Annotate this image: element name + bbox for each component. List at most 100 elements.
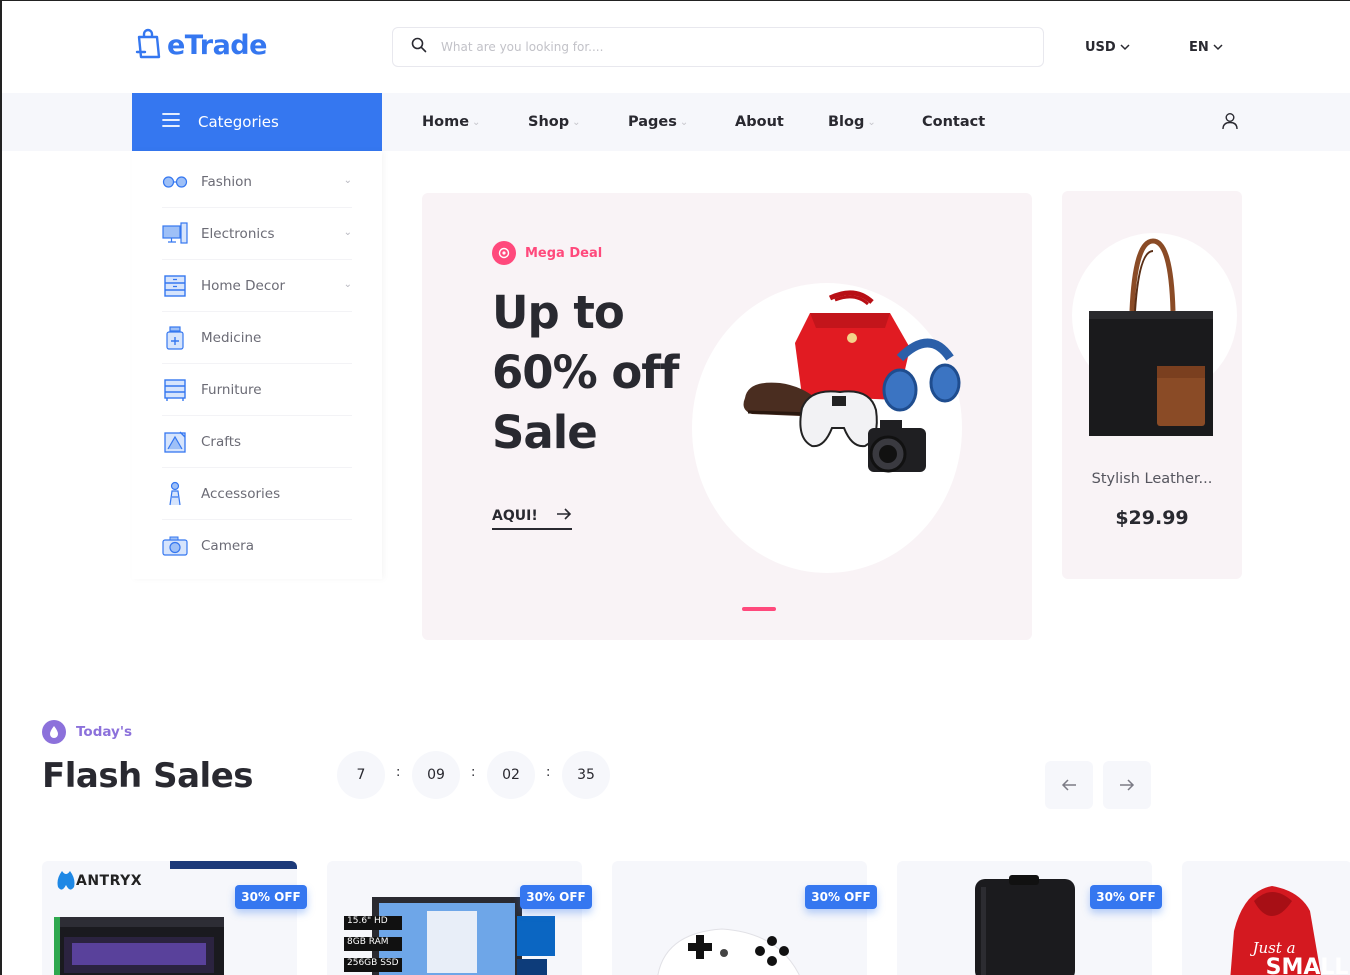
nav-item-blog[interactable]: Blog ⌄ <box>828 93 876 151</box>
product-card[interactable]: ANTRYX <box>42 861 297 975</box>
spec-tag: 15.6" HD <box>344 916 402 930</box>
site-header: eTrade USD EN <box>2 1 1350 93</box>
hero-products-image <box>743 290 961 473</box>
prev-button[interactable] <box>1045 761 1093 809</box>
shopping-bag-icon <box>135 27 161 63</box>
countdown-days: 7 <box>337 751 385 799</box>
arrow-left-icon <box>1061 775 1077 796</box>
product-name: Stylish Leather... <box>1091 471 1213 487</box>
main-navigation: Categories Home ⌄ Shop ⌄ Pages ⌄ About B… <box>2 93 1350 151</box>
sidebar-item-label: Electronics <box>201 225 275 242</box>
arrow-right-icon <box>1119 775 1135 796</box>
nav-item-pages[interactable]: Pages ⌄ <box>628 93 688 151</box>
sidebar-item-crafts[interactable]: Crafts <box>162 416 352 468</box>
carousel-dots <box>742 607 776 611</box>
categories-label: Categories <box>198 113 279 131</box>
spec-tag: 8GB RAM <box>344 937 402 951</box>
next-button[interactable] <box>1103 761 1151 809</box>
sidebar-item-medicine[interactable]: Medicine <box>162 312 352 364</box>
sidebar-item-fashion[interactable]: Fashion ⌄ <box>162 156 352 208</box>
nav-item-label: Home <box>422 114 470 130</box>
chevron-down-icon: ⌄ <box>343 227 352 238</box>
product-card[interactable] <box>612 861 867 975</box>
sidebar-item-label: Medicine <box>201 329 262 346</box>
language-label: EN <box>1189 39 1209 55</box>
currency-label: USD <box>1085 39 1116 55</box>
product-card[interactable]: 15.6" HD 8GB RAM 256GB SSD <box>327 861 582 975</box>
countdown-seconds: 35 <box>562 751 610 799</box>
product-image-leather-bag <box>1089 238 1213 436</box>
mega-deal-label: Mega Deal <box>525 245 603 261</box>
sidebar-item-furniture[interactable]: Furniture <box>162 364 352 416</box>
chevron-down-icon <box>1120 40 1130 55</box>
featured-product-card[interactable]: Stylish Leather... $29.99 <box>1062 191 1242 579</box>
language-selector[interactable]: EN <box>1189 27 1223 67</box>
currency-selector[interactable]: USD <box>1085 27 1130 67</box>
crafts-icon <box>162 429 188 455</box>
search-icon[interactable] <box>411 37 427 57</box>
chevron-down-icon: ⌄ <box>679 116 689 128</box>
nav-item-label: Pages <box>628 114 677 130</box>
chevron-down-icon: ⌄ <box>572 116 581 128</box>
chevron-down-icon: ⌄ <box>867 116 876 128</box>
chevron-down-icon <box>1213 40 1223 55</box>
discount-badge: 30% OFF <box>805 885 877 909</box>
medicine-bottle-icon <box>162 325 188 351</box>
sidebar-item-label: Crafts <box>201 433 242 450</box>
nav-item-label: About <box>735 114 784 130</box>
nav-item-about[interactable]: About <box>735 93 784 151</box>
hero-link-label: AQUI! <box>492 508 538 524</box>
todays-label: Today's <box>76 724 133 740</box>
countdown-separator: : <box>471 765 476 780</box>
nav-item-label: Contact <box>922 114 986 130</box>
product-card[interactable]: Just a SMALL <box>1182 861 1350 975</box>
nav-item-home[interactable]: Home ⌄ <box>422 93 480 151</box>
fire-icon <box>42 720 66 744</box>
hero-title: Up to 60% off Sale <box>492 286 679 459</box>
sidebar-item-label: Camera <box>201 538 254 554</box>
discount-badge: 30% OFF <box>235 885 307 909</box>
sidebar-item-accessories[interactable]: Accessories <box>162 468 352 520</box>
brand-label: ANTRYX <box>76 873 143 889</box>
hamburger-menu-icon <box>162 113 180 131</box>
countdown-separator: : <box>396 765 401 780</box>
sidebar-item-label: Home Decor <box>201 277 286 294</box>
logo-text: eTrade <box>167 29 267 61</box>
chevron-down-icon: ⌄ <box>343 279 352 290</box>
product-image-hoodie: Just a SMALL <box>1230 886 1348 975</box>
nav-item-label: Shop <box>528 114 570 130</box>
search-input[interactable] <box>441 40 1001 54</box>
computer-icon <box>162 221 188 247</box>
product-card[interactable] <box>897 861 1152 975</box>
chevron-down-icon: ⌄ <box>343 175 352 186</box>
fire-icon <box>492 241 516 265</box>
hero-banner: Mega Deal Up to 60% off Sale AQUI! <box>422 193 1032 640</box>
nav-item-contact[interactable]: Contact <box>922 93 985 151</box>
flash-sales-title: Flash Sales <box>42 756 253 796</box>
cabinet-icon <box>162 273 188 299</box>
glasses-icon <box>162 169 188 195</box>
countdown-minutes: 02 <box>487 751 535 799</box>
camera-icon <box>162 533 188 559</box>
product-image-controller <box>657 928 800 975</box>
arrow-right-icon <box>556 508 572 524</box>
logo[interactable]: eTrade <box>135 27 267 63</box>
todays-tag: Today's <box>42 720 132 744</box>
categories-button[interactable]: Categories <box>132 93 382 151</box>
discount-badge: 30% OFF <box>1090 885 1162 909</box>
product-price: $29.99 <box>1115 507 1189 529</box>
sidebar-item-home-decor[interactable]: Home Decor ⌄ <box>162 260 352 312</box>
user-icon[interactable] <box>1221 112 1239 134</box>
sidebar-item-camera[interactable]: Camera <box>162 520 352 572</box>
sidebar-item-electronics[interactable]: Electronics ⌄ <box>162 208 352 260</box>
accessories-icon <box>162 481 188 507</box>
nav-item-shop[interactable]: Shop ⌄ <box>528 93 581 151</box>
furniture-icon <box>162 377 188 403</box>
hero-shop-link[interactable]: AQUI! <box>492 508 572 530</box>
carousel-dot-active[interactable] <box>742 607 776 611</box>
sidebar-item-label: Fashion <box>201 173 252 190</box>
chevron-down-icon: ⌄ <box>472 116 481 128</box>
sidebar-item-label: Furniture <box>201 381 262 398</box>
nav-item-label: Blog <box>828 114 865 130</box>
mega-deal-tag: Mega Deal <box>492 241 602 265</box>
